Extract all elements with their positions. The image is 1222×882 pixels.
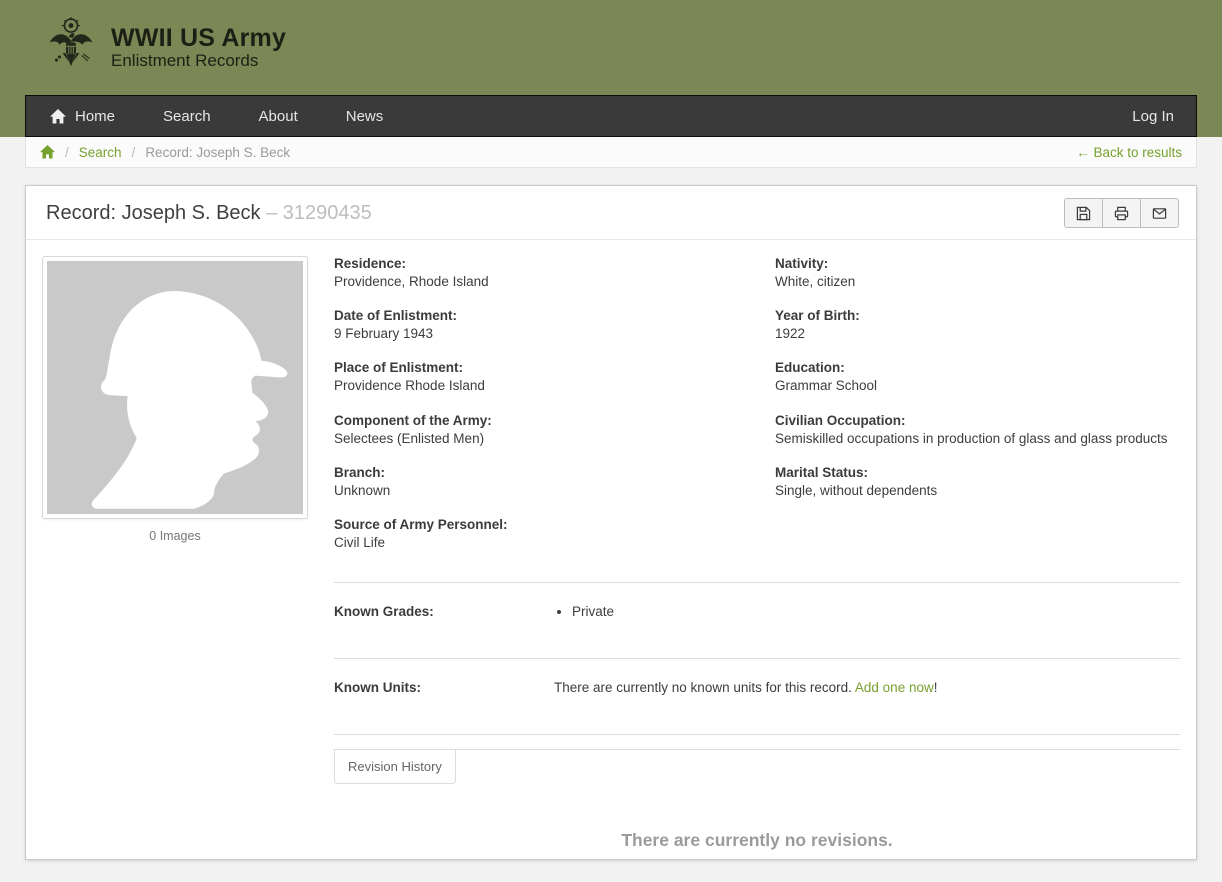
site-subtitle: Enlistment Records [111,51,259,71]
record-card-body: 0 Images Residence: Providence, Rhode Is… [26,240,1196,867]
breadcrumb-home-icon[interactable] [40,145,55,159]
field-source-of-personnel: Source of Army Personnel: Civil Life [334,517,508,551]
breadcrumb-separator: / [65,144,69,160]
field-date-of-enlistment: Date of Enlistment: 9 February 1943 [334,308,458,342]
site-branding: WWII US Army Enlistment Records [0,0,1222,95]
nav-item-news[interactable]: News [322,96,408,136]
record-card: Record: Joseph S. Beck – 31290435 0 Imag… [25,185,1197,860]
field-component-of-army: Component of the Army: Selectees (Enlist… [334,412,492,446]
known-units-empty: There are currently no known units for t… [554,680,937,695]
record-details: Residence: Providence, Rhode Island Nati… [334,256,1180,851]
site-header: WWII US Army Enlistment Records Home Sea… [0,0,1222,137]
known-units-label: Known Units: [334,680,421,696]
nav-item-about[interactable]: About [235,96,322,136]
add-unit-link[interactable]: Add one now [855,680,934,695]
save-button[interactable] [1064,198,1103,228]
breadcrumb-separator: / [131,144,136,160]
army-eagle-seal-icon [48,16,94,79]
breadcrumb: / Search / Record: Joseph S. Beck ← Back… [25,137,1197,168]
nav-label-about: About [258,107,298,125]
nav-label-home: Home [75,107,116,125]
email-button[interactable] [1140,198,1179,228]
record-id: – 31290435 [266,201,372,224]
record-card-header: Record: Joseph S. Beck – 31290435 [26,186,1196,240]
record-title: Record: Joseph S. Beck [46,201,261,224]
image-count-caption: 0 Images [149,529,201,543]
nav-label-search: Search [163,107,211,125]
field-residence: Residence: Providence, Rhode Island [334,256,489,289]
field-nativity: Nativity: White, citizen [775,256,856,289]
page: WWII US Army Enlistment Records Home Sea… [0,0,1222,882]
email-icon [1152,206,1167,221]
page-title: Record: Joseph S. Beck – 31290435 [46,202,372,225]
print-icon [1114,206,1129,221]
home-icon [50,108,66,124]
field-branch: Branch: Unknown [334,464,391,498]
soldier-silhouette-icon [47,261,303,514]
save-icon [1076,206,1091,221]
section-divider [334,734,1180,736]
print-button[interactable] [1102,198,1141,228]
no-revisions-message: There are currently no revisions. [621,830,893,851]
site-title-block: WWII US Army Enlistment Records [111,24,286,71]
field-education: Education: Grammar School [775,360,878,394]
field-place-of-enlistment: Place of Enlistment: Providence Rhode Is… [334,360,485,394]
login-button[interactable]: Log In [1110,96,1196,136]
breadcrumb-current: Record: Joseph S. Beck [145,144,291,160]
breadcrumb-search-link[interactable]: Search [79,145,122,160]
record-image-column: 0 Images [42,256,308,851]
add-unit-exclamation: ! [933,680,938,696]
record-action-buttons [1064,198,1179,228]
nav-label-news: News [345,107,384,125]
back-to-results-link[interactable]: ← Back to results [1076,145,1182,160]
known-grades-section: Known Grades: Private [334,583,1180,645]
field-marital-status: Marital Status: Single, without dependen… [775,464,938,498]
known-units-empty-text: There are currently no known units for t… [554,680,852,696]
nav-item-search[interactable]: Search [139,96,235,136]
revision-tab-strip: Revision History [334,749,1180,785]
grade-item: Private [572,604,614,619]
main-navbar: Home Search About News Log In [25,95,1197,137]
field-year-of-birth: Year of Birth: 1922 [775,308,860,342]
tab-revision-history[interactable]: Revision History [334,750,456,785]
record-image-thumbnail[interactable] [42,256,308,519]
record-fields: Residence: Providence, Rhode Island Nati… [334,256,1180,569]
site-title: WWII US Army [111,24,287,53]
nav-item-home[interactable]: Home [26,96,139,136]
field-civilian-occupation: Civilian Occupation: Semiskilled occupat… [775,412,1168,446]
known-grades-list: Private [554,604,614,619]
known-units-section: Known Units: There are currently no know… [334,659,1180,721]
known-grades-label: Known Grades: [334,604,434,620]
